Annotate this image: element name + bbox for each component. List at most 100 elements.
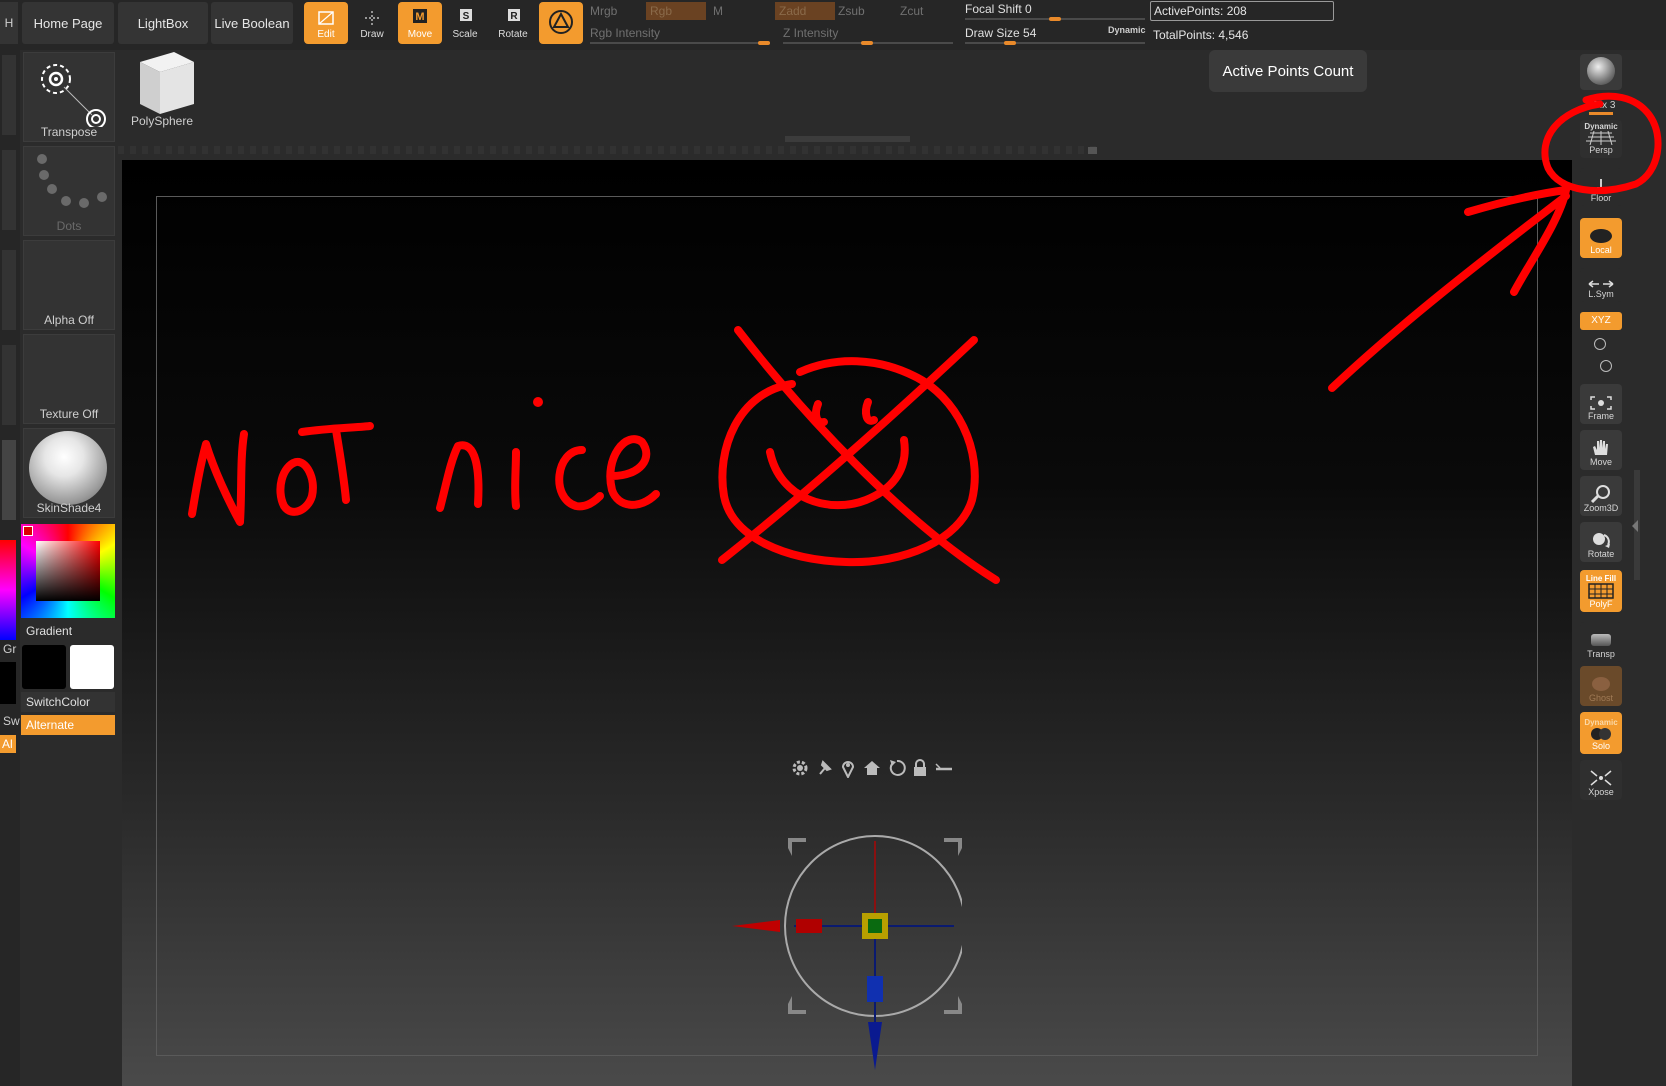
location-pin-icon[interactable] [840, 758, 856, 778]
left-edge-al-button[interactable]: Al [0, 735, 16, 753]
local-button[interactable]: Local [1580, 218, 1622, 258]
rgb-toggle[interactable]: Rgb [646, 2, 706, 20]
z-intensity-slider[interactable]: Z Intensity [783, 26, 838, 40]
rotate-view-button[interactable]: Rotate [1580, 522, 1622, 562]
material-tile[interactable]: SkinShade4 [23, 428, 115, 518]
focal-shift-knob[interactable] [1049, 17, 1061, 21]
rgb-intensity-track[interactable] [590, 42, 770, 44]
gizmo-corner-tr[interactable] [944, 838, 962, 856]
gizmo-x-handle[interactable] [796, 919, 822, 933]
home-icon[interactable] [862, 758, 882, 778]
xyz-button[interactable]: XYZ [1580, 312, 1622, 330]
draw-size-slider[interactable]: Draw Size 54 [965, 26, 1036, 40]
zcut-toggle[interactable]: Zcut [900, 4, 923, 18]
left-edge-slot[interactable] [2, 150, 16, 230]
zsub-toggle[interactable]: Zsub [838, 4, 865, 18]
draw-size-track[interactable] [965, 42, 1145, 44]
live-boolean-button[interactable]: Live Boolean [211, 2, 293, 44]
floor-button[interactable]: Floor [1580, 168, 1622, 206]
solo-button[interactable]: Dynamic Solo [1580, 712, 1622, 754]
left-edge-black-swatch[interactable] [0, 662, 16, 704]
local-label: Local [1590, 245, 1612, 255]
persp-label: Persp [1589, 145, 1613, 155]
secondary-color-swatch[interactable] [22, 645, 66, 689]
zadd-toggle[interactable]: Zadd [775, 2, 835, 20]
color-picker-square[interactable] [36, 541, 100, 601]
m-toggle[interactable]: M [713, 4, 723, 18]
canvas-scroll-handle[interactable] [1088, 147, 1097, 154]
polysphere-cube-icon [140, 52, 194, 114]
svg-text:S: S [463, 11, 470, 22]
gear-icon[interactable] [790, 758, 810, 778]
frame-button[interactable]: Frame [1580, 384, 1622, 424]
mrgb-toggle[interactable]: Mrgb [590, 4, 617, 18]
canvas-mini-toolbar [790, 756, 960, 780]
left-edge-slot[interactable] [2, 250, 16, 330]
hand-icon [1593, 440, 1608, 455]
ghost-button[interactable]: Ghost [1580, 666, 1622, 706]
polyf-button[interactable]: Line Fill PolyF [1580, 570, 1622, 612]
left-edge-slot[interactable] [2, 440, 16, 520]
transpose-tool-tile[interactable]: Transpose [23, 52, 115, 142]
edit-button[interactable]: Edit [304, 2, 348, 44]
left-edge-slot[interactable] [2, 55, 16, 135]
gizmo-z-handle[interactable] [867, 976, 883, 1002]
rgb-intensity-slider[interactable]: Rgb Intensity [590, 26, 660, 40]
alpha-tile[interactable]: Alpha Off [23, 240, 115, 330]
persp-button[interactable]: Dynamic Persp [1580, 120, 1622, 158]
canvas-scroll-grip[interactable] [785, 136, 910, 142]
alternate-button[interactable]: Alternate [21, 715, 115, 735]
draw-button[interactable]: Draw [350, 2, 394, 44]
persp-grid-icon [1586, 131, 1616, 145]
spix-slider[interactable]: SPix 3 [1580, 100, 1622, 115]
left-edge-slot[interactable] [2, 345, 16, 425]
xpose-button[interactable]: Xpose [1580, 760, 1622, 800]
z-intensity-knob[interactable] [861, 41, 873, 45]
gizmo-z-arrow[interactable] [868, 1022, 882, 1070]
ghost-icon [1592, 677, 1610, 691]
main-color-swatch[interactable] [70, 645, 114, 689]
scale-button[interactable]: S Scale [443, 2, 487, 44]
lsym-button[interactable]: L.Sym [1580, 268, 1622, 302]
color-picker[interactable] [21, 524, 115, 618]
gizmo-corner-bl[interactable] [788, 996, 806, 1014]
home-page-button[interactable]: Home Page [22, 2, 114, 44]
pin-icon[interactable] [816, 758, 834, 778]
rotate-axis-z-icon[interactable] [1600, 360, 1612, 372]
dots-stroke-tile[interactable]: Dots [23, 146, 115, 236]
active-points-count[interactable]: ActivePoints: 208 [1150, 1, 1334, 21]
collapse-icon[interactable] [934, 758, 954, 778]
move-view-button[interactable]: Move [1580, 430, 1622, 470]
zoom3d-button[interactable]: Zoom3D [1580, 476, 1622, 516]
focal-shift-label: Focal Shift [965, 2, 1022, 16]
polysphere-tool-tile[interactable]: PolySphere [124, 48, 200, 138]
transform-gizmo[interactable] [722, 826, 962, 1076]
reset-icon[interactable] [888, 758, 906, 778]
draw-size-knob[interactable] [1004, 41, 1016, 45]
gizmo-corner-tl[interactable] [788, 838, 806, 856]
draw-size-dynamic-toggle[interactable]: Dynamic [1108, 25, 1146, 35]
rotate-button[interactable]: R Rotate [491, 2, 535, 44]
lightbox-button[interactable]: LightBox [118, 2, 208, 44]
right-collapse-arrow[interactable] [1632, 520, 1638, 532]
gizmo-x-arrow[interactable] [732, 920, 780, 932]
transp-button[interactable]: Transp [1580, 622, 1622, 662]
focal-shift-slider[interactable]: Focal Shift 0 [965, 2, 1032, 16]
rotate-view-label: Rotate [1587, 549, 1615, 559]
gizmo-corner-br[interactable] [944, 996, 962, 1014]
spix-label: SPix 3 [1586, 100, 1616, 111]
left-edge-color-strip[interactable] [0, 540, 16, 640]
spix-track[interactable] [1589, 112, 1613, 115]
lsym-label: L.Sym [1588, 289, 1614, 299]
lock-icon[interactable] [912, 758, 928, 778]
move-button[interactable]: M Move [398, 2, 442, 44]
canvas-top-strip [118, 146, 1096, 154]
switch-color-button[interactable]: SwitchColor [21, 692, 115, 712]
texture-tile[interactable]: Texture Off [23, 334, 115, 424]
bpr-button[interactable] [1580, 54, 1622, 90]
gizmo-center-core[interactable] [868, 919, 882, 933]
gizmo-toggle-button[interactable] [539, 2, 583, 44]
rotate-axis-y-icon[interactable] [1594, 338, 1606, 350]
rgb-intensity-knob[interactable] [758, 41, 770, 45]
left-edge-tab[interactable]: H [0, 2, 18, 44]
